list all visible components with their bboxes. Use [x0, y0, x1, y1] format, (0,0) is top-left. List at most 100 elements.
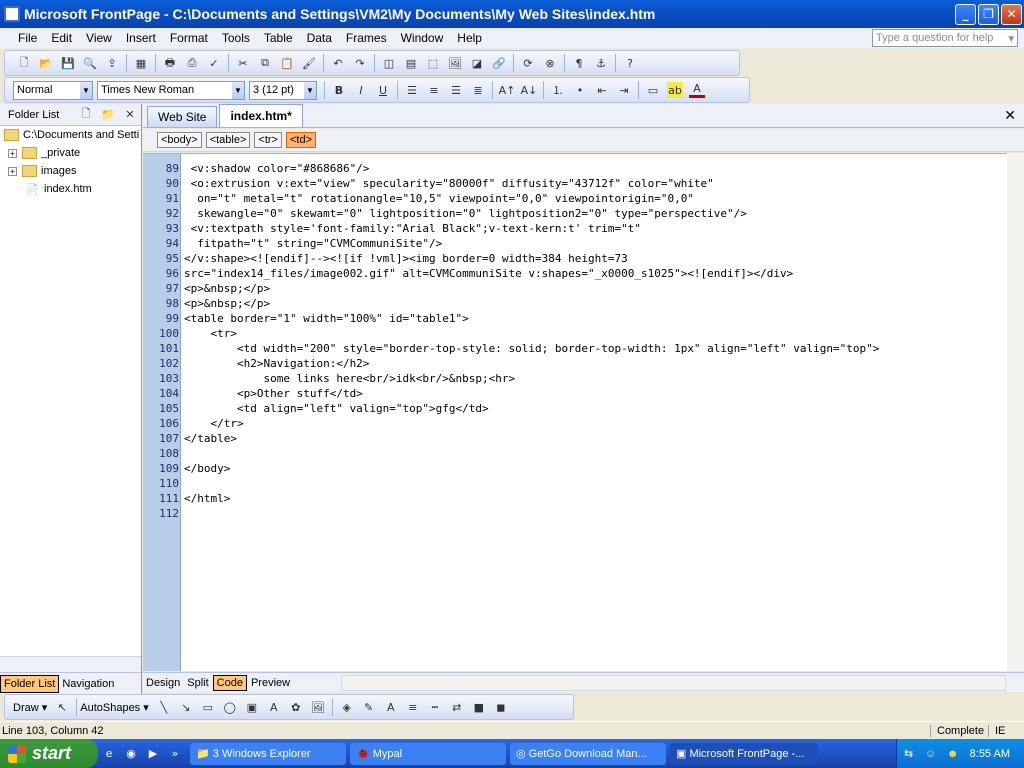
close-icon[interactable]: ✕ — [122, 107, 138, 123]
task-frontpage[interactable]: ▣ Microsoft FrontPage -... — [670, 742, 818, 765]
menu-window[interactable]: Window — [394, 31, 451, 45]
menu-view[interactable]: View — [79, 31, 119, 45]
chevron-down-icon[interactable]: ▼ — [232, 81, 244, 99]
tree-item-index[interactable]: 📄 index.htm — [0, 180, 141, 198]
paste-icon[interactable]: 📋 — [279, 55, 295, 71]
menu-format[interactable]: Format — [163, 31, 215, 45]
line-style-icon[interactable]: ≡ — [405, 699, 421, 715]
refresh-icon[interactable]: ⟳ — [520, 55, 536, 71]
tag-body[interactable]: <body> — [157, 132, 202, 148]
tab-navigation[interactable]: Navigation — [59, 675, 117, 693]
anchor-icon[interactable]: ⚓ — [593, 55, 609, 71]
hyperlink-icon[interactable]: 🔗 — [491, 55, 507, 71]
line-color-icon[interactable]: ✎ — [361, 699, 377, 715]
tag-td[interactable]: <td> — [285, 132, 317, 148]
insert-layer-icon[interactable]: ◫ — [381, 55, 397, 71]
drawing-icon[interactable]: ◪ — [469, 55, 485, 71]
undo-icon[interactable]: ↶ — [330, 55, 346, 71]
textbox-icon[interactable]: ▣ — [244, 699, 260, 715]
task-windows-explorer[interactable]: 📁 3 Windows Explorer — [190, 742, 346, 765]
justify-icon[interactable]: ≣ — [470, 82, 486, 98]
picture-icon[interactable]: 🖼 — [310, 699, 326, 715]
tab-web-site[interactable]: Web Site — [147, 106, 218, 127]
help-icon[interactable]: ? — [622, 55, 638, 71]
clip-art-icon[interactable]: ✿ — [288, 699, 304, 715]
tab-index-htm[interactable]: index.htm* — [219, 104, 303, 127]
bullets-icon[interactable]: • — [572, 82, 588, 98]
preview-browser-icon[interactable]: ⎙ — [184, 55, 200, 71]
format-painter-icon[interactable]: 🖌 — [301, 55, 317, 71]
tab-folder-list[interactable]: Folder List — [0, 674, 60, 693]
task-mypal[interactable]: 🐞 Mypal — [350, 742, 506, 765]
select-objects-icon[interactable]: ↖ — [54, 699, 70, 715]
tree-root[interactable]: C:\Documents and Setti — [0, 126, 141, 144]
frontpage-app-icon[interactable] — [4, 6, 20, 22]
ie-quicklaunch-icon[interactable]: e — [101, 746, 117, 762]
arrow-icon[interactable]: ↘ — [178, 699, 194, 715]
search-icon[interactable]: 🔍 — [82, 55, 98, 71]
tab-preview[interactable]: Preview — [248, 676, 293, 690]
network-tray-icon[interactable]: ⇆ — [901, 746, 917, 762]
3d-icon[interactable]: ◼ — [493, 699, 509, 715]
insert-layer-box-icon[interactable]: ⬚ — [425, 55, 441, 71]
arrow-style-icon[interactable]: ⇄ — [449, 699, 465, 715]
insert-picture-icon[interactable]: 🖼 — [447, 55, 463, 71]
chevron-down-icon[interactable]: ▼ — [304, 81, 316, 99]
tree-item-private[interactable]: + _private — [0, 144, 141, 162]
close-document-icon[interactable]: ✕ — [1004, 108, 1016, 124]
font-size-select[interactable]: 3 (12 pt) ▼ — [249, 80, 317, 100]
expand-icon[interactable]: + — [8, 166, 17, 176]
folder-horizontal-scrollbar[interactable] — [0, 656, 141, 672]
spelling-icon[interactable]: ✓ — [206, 55, 222, 71]
dash-style-icon[interactable]: ┅ — [427, 699, 443, 715]
menu-file[interactable]: File — [0, 31, 44, 45]
menu-data[interactable]: Data — [300, 31, 339, 45]
start-button[interactable]: start — [0, 739, 98, 768]
show-all-icon[interactable]: ¶ — [571, 55, 587, 71]
tab-code[interactable]: Code — [212, 674, 247, 691]
wordart-icon[interactable]: A — [266, 699, 282, 715]
media-quicklaunch-icon[interactable]: ▶ — [145, 746, 161, 762]
publish-icon[interactable]: ⇪ — [104, 55, 120, 71]
menu-tools[interactable]: Tools — [215, 31, 257, 45]
highlight-icon[interactable]: ab — [667, 82, 683, 98]
new-folder-icon[interactable]: 📁 — [100, 107, 116, 123]
autoshapes-menu-button[interactable]: AutoShapes ▾ — [80, 701, 149, 714]
redo-icon[interactable]: ↷ — [352, 55, 368, 71]
task-getgo[interactable]: ◎ GetGo Download Man... — [510, 742, 666, 765]
style-select[interactable]: Normal ▼ — [13, 80, 93, 100]
menu-frames[interactable]: Frames — [339, 31, 394, 45]
minimize-button[interactable]: _ — [955, 3, 976, 25]
tree-item-images[interactable]: + images — [0, 162, 141, 180]
new-page-icon[interactable]: 🗋 — [16, 55, 32, 71]
print-icon[interactable]: 🖶 — [162, 55, 178, 71]
messenger-tray-icon[interactable]: ☺ — [923, 746, 939, 762]
save-icon[interactable]: 💾 — [60, 55, 76, 71]
align-center-icon[interactable]: ≡ — [426, 82, 442, 98]
fill-color-icon[interactable]: ◈ — [339, 699, 355, 715]
underline-icon[interactable]: U — [375, 82, 391, 98]
numbering-icon[interactable]: ⒈ — [550, 82, 566, 98]
close-window-button[interactable]: ✕ — [1001, 3, 1022, 25]
increase-indent-icon[interactable]: ⇥ — [616, 82, 632, 98]
help-search-box[interactable]: Type a question for help ▾ — [872, 29, 1018, 47]
code-editor[interactable]: 89 <v:shadow color="#868686"/> 90 <o:extr… — [143, 153, 1007, 671]
decrease-font-icon[interactable]: A↓ — [521, 82, 538, 98]
status-tray-icon[interactable]: ☻ — [945, 746, 961, 762]
new-page-icon[interactable]: 🗋 — [78, 107, 94, 123]
decrease-indent-icon[interactable]: ⇤ — [594, 82, 610, 98]
borders-icon[interactable]: ▭ — [645, 82, 661, 98]
insert-table-icon[interactable]: ▤ — [403, 55, 419, 71]
bold-icon[interactable]: B — [331, 82, 347, 98]
menu-table[interactable]: Table — [257, 31, 300, 45]
shadow-icon[interactable]: ■ — [471, 699, 487, 715]
font-select[interactable]: Times New Roman ▼ — [97, 80, 245, 100]
line-icon[interactable]: ╲ — [156, 699, 172, 715]
cut-icon[interactable]: ✂ — [235, 55, 251, 71]
font-color-icon[interactable]: A — [689, 82, 705, 98]
oval-icon[interactable]: ◯ — [222, 699, 238, 715]
menu-insert[interactable]: Insert — [119, 31, 163, 45]
copy-icon[interactable]: ⧉ — [257, 55, 273, 71]
open-icon[interactable]: 📂 — [38, 55, 54, 71]
draw-menu-button[interactable]: Draw ▾ — [13, 701, 47, 714]
